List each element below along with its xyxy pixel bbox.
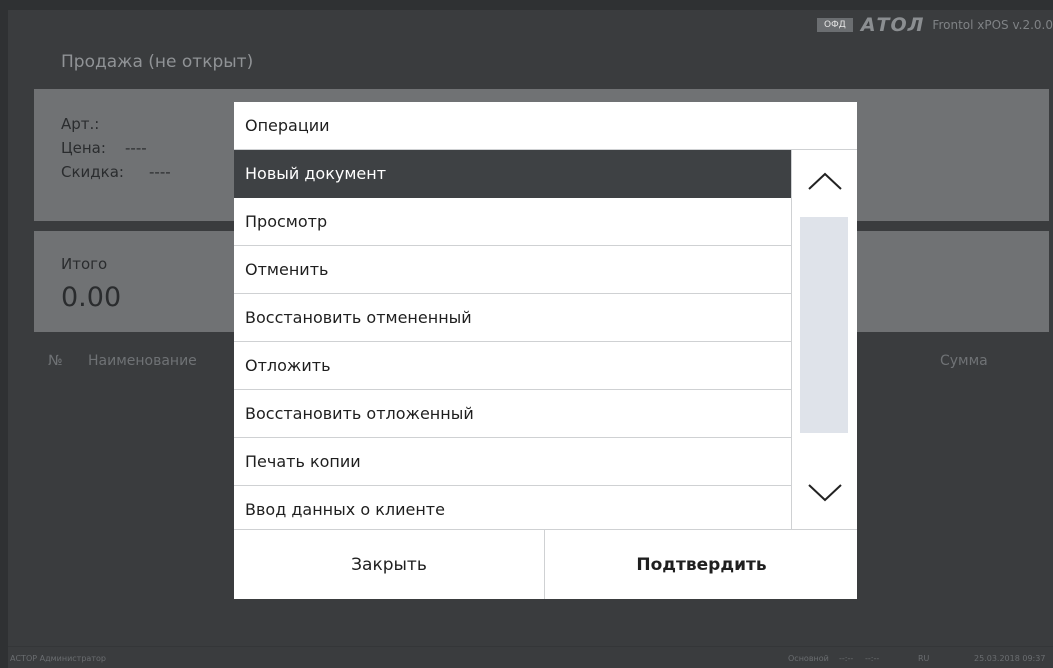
close-button[interactable]: Закрыть: [234, 530, 545, 599]
status-bar: АСТОР Администратор Основной --:-- --:--…: [8, 646, 1053, 668]
price-label: Цена:: [61, 139, 106, 157]
ofd-badge: ОФД: [816, 18, 853, 32]
column-sum: Сумма: [940, 353, 988, 369]
total-label: Итого: [61, 255, 108, 273]
status-user: АСТОР Администратор: [10, 654, 106, 663]
column-name: Наименование: [88, 353, 197, 369]
operation-item-restore-postponed[interactable]: Восстановить отложенный: [234, 390, 791, 438]
operation-item-restore-cancelled[interactable]: Восстановить отмененный: [234, 294, 791, 342]
operation-item-client-data[interactable]: Ввод данных о клиенте: [234, 486, 791, 530]
operation-item-new-document[interactable]: Новый документ: [234, 150, 791, 198]
chevron-down-icon: [807, 484, 842, 502]
article-label: Арт.:: [61, 115, 100, 133]
status-lang: RU: [918, 654, 930, 663]
top-bar: ОФД АТОЛ Frontol xPOS v.2.0.0: [816, 14, 1053, 36]
app-version: Frontol xPOS v.2.0.0: [932, 18, 1053, 32]
dialog-button-bar: Закрыть Подтвердить: [234, 529, 857, 599]
operations-scrollbar: [791, 150, 857, 530]
total-value: 0.00: [61, 282, 122, 313]
status-time2: --:--: [865, 654, 880, 663]
status-time1: --:--: [839, 654, 854, 663]
discount-value: ----: [149, 163, 171, 181]
operation-item-cancel[interactable]: Отменить: [234, 246, 791, 294]
document-title: Продажа (не открыт): [61, 52, 254, 72]
app-window: ОФД АТОЛ Frontol xPOS v.2.0.0 Продажа (н…: [8, 10, 1053, 668]
scrollbar-thumb[interactable]: [800, 217, 848, 433]
dialog-title: Операции: [245, 116, 330, 135]
operation-item-view[interactable]: Просмотр: [234, 198, 791, 246]
atol-logo: АТОЛ: [860, 14, 925, 36]
status-datetime: 25.03.2018 09:37: [974, 654, 1046, 663]
price-value: ----: [125, 139, 147, 157]
discount-label: Скидка:: [61, 163, 124, 181]
operation-item-postpone[interactable]: Отложить: [234, 342, 791, 390]
scroll-down-button[interactable]: [792, 468, 857, 518]
scroll-up-button[interactable]: [792, 156, 857, 206]
chevron-up-icon: [807, 172, 842, 190]
operations-list: Новый документ Просмотр Отменить Восстан…: [234, 150, 791, 530]
column-number: №: [48, 353, 63, 369]
operations-dialog: Операции Новый документ Просмотр Отменит…: [234, 102, 857, 599]
status-mode: Основной: [788, 654, 829, 663]
confirm-button[interactable]: Подтвердить: [546, 530, 857, 599]
operation-item-print-copy[interactable]: Печать копии: [234, 438, 791, 486]
